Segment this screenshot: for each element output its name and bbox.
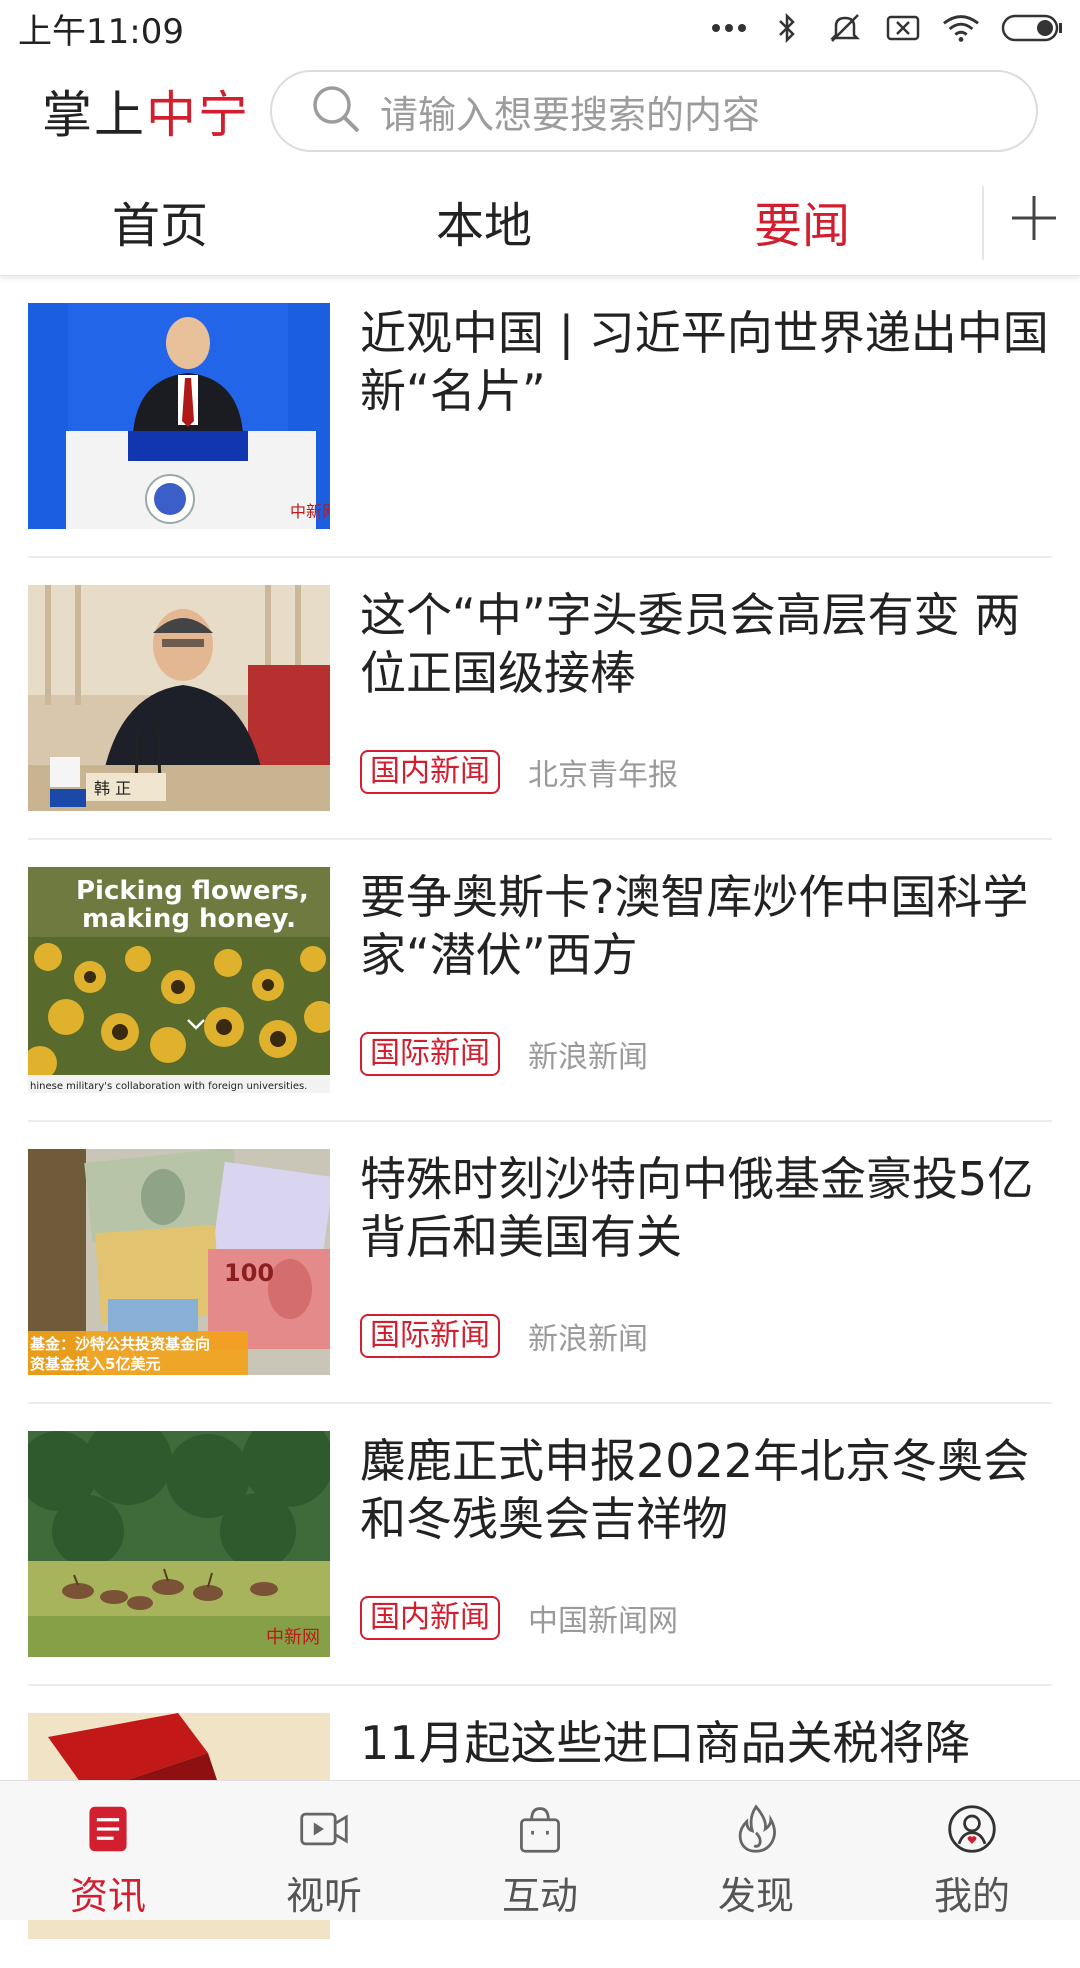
news-thumbnail: 中新网 — [28, 1431, 330, 1657]
news-thumbnail: 100 基金：沙特公共投资基金向 资基金投入5亿美元 — [28, 1149, 330, 1375]
news-title: 要争奥斯卡?澳智库炒作中国科学家“潜伏”西方 — [360, 870, 1029, 982]
logo-accent: 中宁 — [146, 86, 250, 144]
nav-discover[interactable]: 发现 — [648, 1781, 864, 1920]
app-header: 掌上中宁 请输入想要搜索的内容 — [0, 56, 1080, 166]
nav-label: 互动 — [501, 1874, 578, 1918]
news-item[interactable]: 100 基金：沙特公共投资基金向 资基金投入5亿美元 特殊时刻沙特向中俄基金豪投… — [28, 1122, 1052, 1404]
news-item[interactable]: 中新网 近观中国 | 习近平向世界递出中国新“名片” — [28, 276, 1052, 558]
thumb-overlay-line1: Picking flowers, — [76, 876, 309, 906]
bottom-nav: 资讯 视听 互动 发现 我的 — [0, 1780, 1080, 1920]
more-dots-icon — [710, 13, 748, 43]
news-icon — [89, 1806, 127, 1852]
video-icon — [300, 1812, 348, 1846]
news-item[interactable]: 韩 正 这个“中”字头委员会高层有变 两位正国级接棒 国内新闻 北京青年报 — [28, 558, 1052, 840]
wifi-icon — [942, 13, 980, 43]
thumb-caption-line1: 基金：沙特公共投资基金向 — [29, 1335, 210, 1353]
news-item[interactable]: 中新网 麋鹿正式申报2022年北京冬奥会和冬残奥会吉祥物 国内新闻 中国新闻网 — [28, 1404, 1052, 1686]
news-thumbnail: 韩 正 — [28, 585, 330, 811]
news-meta: 国内新闻 北京青年报 — [360, 750, 678, 794]
svg-text:中新网: 中新网 — [266, 1627, 320, 1648]
sim-off-icon — [884, 13, 922, 43]
nav-news[interactable]: 资讯 — [0, 1781, 216, 1920]
svg-text:韩 正: 韩 正 — [94, 779, 131, 798]
battery-icon — [1000, 13, 1064, 43]
news-meta: 国内新闻 中国新闻网 — [360, 1596, 678, 1640]
news-source: 新浪新闻 — [528, 1322, 648, 1357]
tab-divider — [982, 186, 984, 260]
status-icons — [710, 13, 1064, 43]
category-tag: 国际新闻 — [360, 1314, 500, 1358]
status-bar: 上午11:09 — [0, 0, 1080, 56]
mute-icon — [826, 13, 864, 43]
user-icon — [948, 1805, 996, 1853]
news-meta: 国际新闻 新浪新闻 — [360, 1032, 648, 1076]
plus-icon — [1012, 196, 1056, 240]
thumb-caption: hinese military's collaboration with for… — [30, 1081, 307, 1092]
tab-local[interactable]: 本地 — [436, 186, 532, 256]
nav-label: 我的 — [933, 1874, 1010, 1918]
search-placeholder: 请输入想要搜索的内容 — [380, 92, 761, 137]
news-title: 麋鹿正式申报2022年北京冬奥会和冬残奥会吉祥物 — [360, 1434, 1030, 1546]
logo-prefix: 掌上 — [42, 86, 146, 144]
thumb-caption-line2: 资基金投入5亿美元 — [30, 1355, 160, 1373]
svg-text:中新网: 中新网 — [290, 502, 330, 521]
news-title: 近观中国 | 习近平向世界递出中国新“名片” — [360, 306, 1049, 418]
svg-text:100: 100 — [224, 1259, 274, 1287]
nav-label: 发现 — [717, 1874, 794, 1918]
news-title: 这个“中”字头委员会高层有变 两位正国级接棒 — [360, 588, 1021, 700]
search-input[interactable]: 请输入想要搜索的内容 — [270, 70, 1038, 152]
news-meta: 国际新闻 新浪新闻 — [360, 1314, 648, 1358]
category-tag: 国内新闻 — [360, 1596, 500, 1640]
nav-label: 资讯 — [69, 1874, 146, 1918]
news-title: 11月起这些进口商品关税将降 — [360, 1716, 971, 1770]
news-title: 特殊时刻沙特向中俄基金豪投5亿 背后和美国有关 — [360, 1152, 1034, 1264]
flame-icon — [738, 1804, 776, 1853]
news-thumbnail: 中新网 — [28, 303, 330, 529]
app-logo: 掌上中宁 — [42, 75, 250, 147]
tab-home[interactable]: 首页 — [112, 186, 208, 256]
status-time: 上午11:09 — [18, 11, 184, 52]
nav-mine[interactable]: 我的 — [864, 1781, 1080, 1920]
nav-video[interactable]: 视听 — [216, 1781, 432, 1920]
add-channel-button[interactable] — [1004, 188, 1064, 248]
bluetooth-icon — [768, 13, 806, 43]
category-tag: 国际新闻 — [360, 1032, 500, 1076]
news-thumbnail: Picking flowers, making honey. hinese mi… — [28, 867, 330, 1093]
news-source: 北京青年报 — [528, 758, 678, 793]
category-tabs: 首页 本地 要闻 — [0, 166, 1080, 276]
tab-headlines[interactable]: 要闻 — [754, 186, 850, 256]
bag-icon — [520, 1807, 560, 1853]
category-tag: 国内新闻 — [360, 750, 500, 794]
news-item[interactable]: Picking flowers, making honey. hinese mi… — [28, 840, 1052, 1122]
search-icon — [310, 83, 362, 139]
news-source: 新浪新闻 — [528, 1040, 648, 1075]
nav-label: 视听 — [285, 1874, 362, 1918]
thumb-overlay-line2: making honey. — [82, 904, 296, 934]
nav-interact[interactable]: 互动 — [432, 1781, 648, 1920]
news-source: 中国新闻网 — [528, 1604, 678, 1639]
